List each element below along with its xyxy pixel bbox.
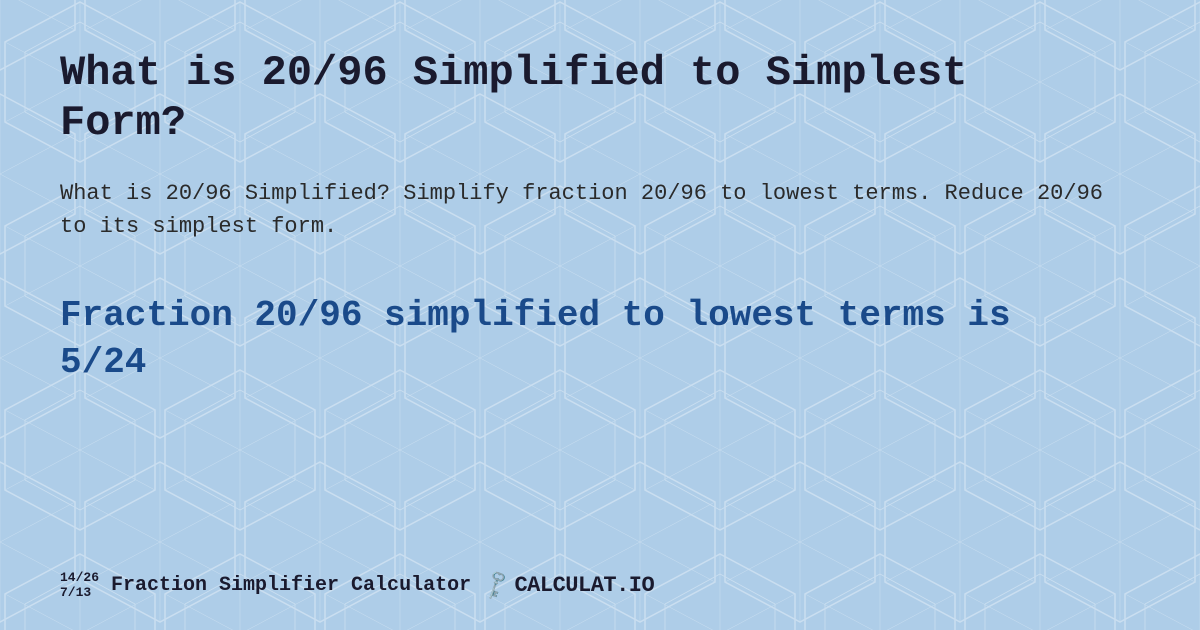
main-content: What is 20/96 Simplified to Simplest For… [60, 48, 1140, 561]
result-section: Fraction 20/96 simplified to lowest term… [60, 293, 1140, 387]
calculat-logo: 🗝️ CALCULAT.IO [483, 573, 654, 599]
footer-brand: Fraction Simplifier Calculator [111, 574, 471, 597]
footer-fractions: 14/26 7/13 [60, 571, 99, 600]
footer-brand-label: Fraction Simplifier Calculator [111, 574, 471, 597]
footer-fraction-top: 14/26 [60, 571, 99, 585]
result-text: Fraction 20/96 simplified to lowest term… [60, 293, 1110, 387]
footer: 14/26 7/13 Fraction Simplifier Calculato… [60, 561, 1140, 600]
footer-fraction-bottom: 7/13 [60, 586, 99, 600]
page-title: What is 20/96 Simplified to Simplest For… [60, 48, 1110, 149]
calculat-logo-text: CALCULAT.IO [514, 573, 654, 598]
key-icon: 🗝️ [478, 568, 515, 604]
description-text: What is 20/96 Simplified? Simplify fract… [60, 177, 1110, 243]
page-content: What is 20/96 Simplified to Simplest For… [0, 0, 1200, 630]
